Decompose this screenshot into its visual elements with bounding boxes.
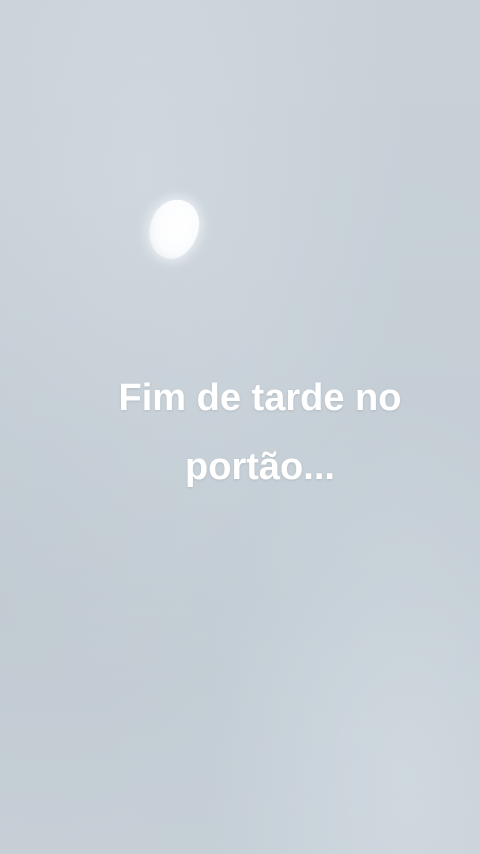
story-caption: Fim de tarde no portão... [40,364,480,502]
caption-line-2: portão... [185,446,335,488]
caption-line-1: Fim de tarde no [118,377,402,419]
sky-background: Fim de tarde no portão... [0,0,480,854]
